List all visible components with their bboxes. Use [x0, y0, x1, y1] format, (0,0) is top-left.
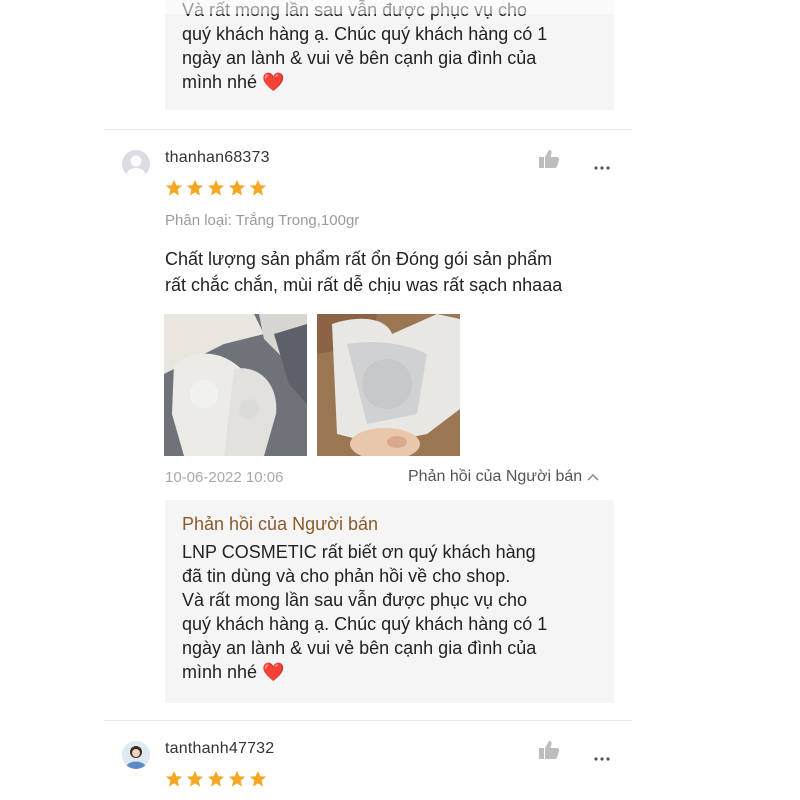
- star-icon: [165, 179, 183, 196]
- seller-reply-line: ngày an lành & vui vẻ bên cạnh gia đình …: [182, 638, 537, 658]
- more-options-icon: [594, 166, 610, 170]
- seller-reply-line: Và rất mong lần sau vẫn được phục vụ cho: [182, 590, 528, 610]
- like-button[interactable]: [538, 740, 560, 765]
- review-photo-1[interactable]: [164, 314, 307, 456]
- seller-reply-toggle[interactable]: Phản hồi của Người bán: [408, 468, 599, 486]
- seller-reply-toggle-label: Phản hồi của Người bán: [408, 468, 583, 485]
- product-variation: Phân loại: Trắng Trong,100gr: [165, 212, 360, 229]
- star-icon: [186, 179, 204, 196]
- seller-reply-line: đã tin dùng và cho phản hồi về cho shop.: [182, 566, 511, 586]
- user-placeholder-icon: [126, 155, 146, 178]
- review-divider: [104, 129, 632, 130]
- review-text-line: rất chắc chắn, mùi rất dễ chịu was rất s…: [165, 275, 563, 295]
- seller-reply-line: quý khách hàng ạ. Chúc quý khách hàng có…: [182, 614, 548, 634]
- more-options-icon: [594, 757, 610, 761]
- thumbs-up-icon: [539, 741, 560, 759]
- star-icon: [228, 179, 246, 196]
- review-divider: [104, 720, 632, 721]
- review-text-line: Chất lượng sản phẩm rất ổn Đóng gói sản …: [165, 249, 553, 269]
- seller-reply-line: mình nhé ❤️: [182, 72, 285, 92]
- user-avatar-image: [122, 741, 150, 769]
- seller-reply-line: LNP COSMETIC rất biết ơn quý khách hàng: [182, 542, 536, 562]
- top-edge-mask: [0, 0, 800, 14]
- star-icon: [186, 770, 204, 787]
- seller-reply-line: ngày an lành & vui vẻ bên cạnh gia đình …: [182, 48, 537, 68]
- seller-reply: Phản hồi của Người bán LNP COSMETIC rất …: [165, 500, 614, 703]
- reviewer-username: tanthanh47732: [165, 740, 275, 757]
- seller-reply-line: mình nhé ❤️: [182, 662, 285, 682]
- thumbs-up-icon: [539, 150, 560, 168]
- like-button[interactable]: [538, 149, 560, 174]
- review-date: 10-06-2022 10:06: [165, 469, 284, 486]
- review-photo-image: [317, 314, 460, 456]
- star-icon: [228, 770, 246, 787]
- review-photo-2[interactable]: [317, 314, 460, 456]
- star-rating: [165, 179, 267, 197]
- seller-reply-line: quý khách hàng ạ. Chúc quý khách hàng có…: [182, 24, 548, 44]
- star-icon: [207, 770, 225, 787]
- star-icon: [249, 179, 267, 196]
- seller-reply-previous: Và rất mong lần sau vẫn được phục vụ cho…: [165, 0, 614, 110]
- avatar[interactable]: [122, 150, 150, 178]
- seller-reply-title: Phản hồi của Người bán: [182, 514, 378, 534]
- review-photo-image: [164, 314, 307, 456]
- more-options-button[interactable]: [594, 157, 610, 175]
- more-options-button[interactable]: [594, 748, 610, 766]
- star-icon: [207, 179, 225, 196]
- chevron-up-icon: [587, 473, 599, 481]
- star-icon: [249, 770, 267, 787]
- reviewer-username: thanhan68373: [165, 149, 270, 166]
- avatar[interactable]: [122, 741, 150, 769]
- star-rating: [165, 770, 267, 788]
- star-icon: [165, 770, 183, 787]
